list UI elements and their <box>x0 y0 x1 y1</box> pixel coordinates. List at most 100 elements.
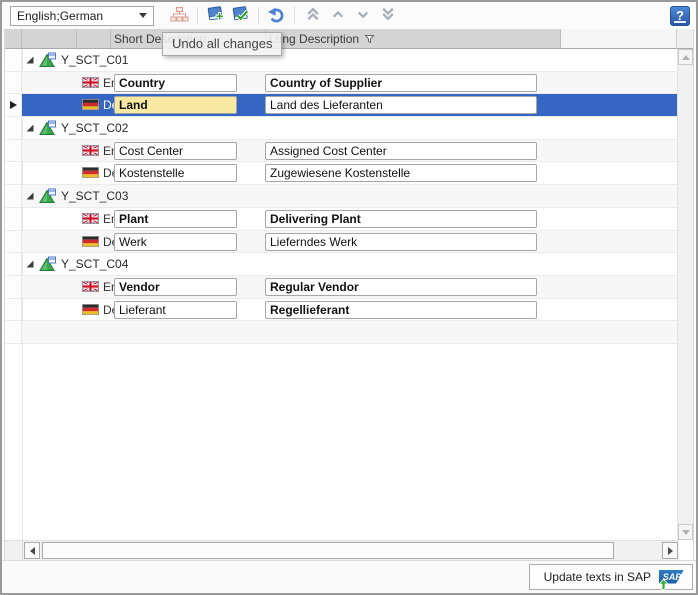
header-corner <box>677 29 693 48</box>
short-description-input[interactable] <box>114 96 237 114</box>
flag-uk-icon <box>82 145 99 156</box>
flag-uk-icon <box>82 77 99 88</box>
goto-next-button[interactable] <box>351 4 374 27</box>
row-marker-cell <box>5 162 22 184</box>
toolbar-separator <box>294 7 295 24</box>
language-selector[interactable]: English;German <box>10 6 154 26</box>
vertical-scrollbar[interactable] <box>677 49 693 540</box>
horizontal-scroll-thumb[interactable] <box>42 542 614 559</box>
triangle-up-icon <box>682 55 690 60</box>
group-row[interactable]: Y_SCT_C02 <box>5 117 677 140</box>
row-marker-cell <box>5 49 22 71</box>
group-label: Y_SCT_C02 <box>61 121 128 135</box>
header-filler <box>561 29 677 48</box>
goto-first-button[interactable] <box>301 4 324 27</box>
long-description-input[interactable] <box>265 74 537 92</box>
short-description-input[interactable] <box>114 233 237 251</box>
row-marker-cell <box>5 208 22 230</box>
translation-row[interactable]: En <box>5 72 677 95</box>
hierarchy-icon <box>170 6 189 26</box>
toolbar-separator <box>258 7 259 24</box>
scroll-down-button[interactable] <box>678 524 693 540</box>
short-description-input[interactable] <box>114 74 237 92</box>
horizontal-scrollbar[interactable] <box>5 540 679 560</box>
translation-row[interactable]: En <box>5 140 677 163</box>
object-type-icon <box>39 188 56 204</box>
goto-last-button[interactable] <box>376 4 399 27</box>
scroll-left-button[interactable] <box>24 542 40 559</box>
bottom-bar: Update texts in SAP SAP <box>2 560 696 593</box>
triangle-right-icon <box>668 547 673 555</box>
dictionary-add-button[interactable] <box>204 4 227 27</box>
long-description-input[interactable] <box>265 301 537 319</box>
header-language-cell <box>77 29 111 48</box>
double-chevron-up-icon <box>305 6 321 25</box>
toolbar-separator <box>197 7 198 24</box>
translation-row[interactable]: De <box>5 231 677 254</box>
header-long-description[interactable]: Long Description <box>266 29 561 48</box>
translation-row[interactable]: De <box>5 299 677 322</box>
dictionary-apply-button[interactable] <box>229 4 252 27</box>
long-description-input[interactable] <box>265 278 537 296</box>
translation-row[interactable]: De <box>5 162 677 185</box>
group-label: Y_SCT_C04 <box>61 257 128 271</box>
flag-de-icon <box>82 167 99 178</box>
group-label: Y_SCT_C01 <box>61 53 128 67</box>
row-marker-cell <box>5 321 22 343</box>
dictionary-apply-icon <box>231 5 251 26</box>
short-description-input[interactable] <box>114 210 237 228</box>
group-row[interactable]: Y_SCT_C01 <box>5 49 677 72</box>
row-marker-cell <box>5 140 22 162</box>
row-marker-cell <box>5 253 22 275</box>
group-row[interactable]: Y_SCT_C04 <box>5 253 677 276</box>
language-selector-value: English;German <box>17 9 103 23</box>
chevron-down-nav-icon <box>355 6 371 25</box>
translation-row[interactable]: De <box>5 94 677 117</box>
row-marker-cell <box>5 94 22 116</box>
short-description-input[interactable] <box>114 301 237 319</box>
chevron-up-icon <box>330 6 346 25</box>
update-texts-label: Update texts in SAP <box>544 570 651 584</box>
triangle-left-icon <box>30 547 35 555</box>
hierarchy-view-button[interactable] <box>168 4 191 27</box>
goto-previous-button[interactable] <box>326 4 349 27</box>
group-row[interactable]: Y_SCT_C03 <box>5 185 677 208</box>
short-description-input[interactable] <box>114 164 237 182</box>
help-button[interactable]: ? <box>670 6 690 26</box>
flag-uk-icon <box>82 281 99 292</box>
translation-row[interactable]: En <box>5 276 677 299</box>
undo-icon <box>267 6 286 26</box>
translation-editor-window: English;German <box>0 0 698 595</box>
translation-row[interactable]: En <box>5 208 677 231</box>
long-description-input[interactable] <box>265 164 537 182</box>
object-type-icon <box>39 120 56 136</box>
flag-uk-icon <box>82 213 99 224</box>
long-description-input[interactable] <box>265 142 537 160</box>
long-description-input[interactable] <box>265 96 537 114</box>
object-type-icon <box>39 256 56 272</box>
tree-expander-icon[interactable] <box>25 259 35 269</box>
sap-logo-icon: SAP <box>659 570 684 585</box>
current-row-arrow-icon <box>10 101 17 109</box>
row-marker-cell <box>5 276 22 298</box>
flag-de-icon <box>82 99 99 110</box>
update-texts-button[interactable]: Update texts in SAP SAP <box>529 564 693 590</box>
scroll-up-button[interactable] <box>678 49 693 65</box>
short-description-input[interactable] <box>114 142 237 160</box>
row-marker-cell <box>5 72 22 94</box>
funnel-icon[interactable] <box>364 34 375 44</box>
short-description-input[interactable] <box>114 278 237 296</box>
scroll-right-button[interactable] <box>662 542 678 559</box>
long-description-input[interactable] <box>265 233 537 251</box>
long-description-input[interactable] <box>265 210 537 228</box>
tree-expander-icon[interactable] <box>25 191 35 201</box>
object-type-icon <box>39 52 56 68</box>
row-marker-cell <box>5 117 22 139</box>
green-up-arrow-icon <box>658 579 669 590</box>
undo-all-button[interactable] <box>265 4 288 27</box>
header-tree-cell <box>22 29 77 48</box>
tree-expander-icon[interactable] <box>25 55 35 65</box>
tree-expander-icon[interactable] <box>25 123 35 133</box>
double-chevron-down-icon <box>380 6 396 25</box>
flag-de-icon <box>82 304 99 315</box>
